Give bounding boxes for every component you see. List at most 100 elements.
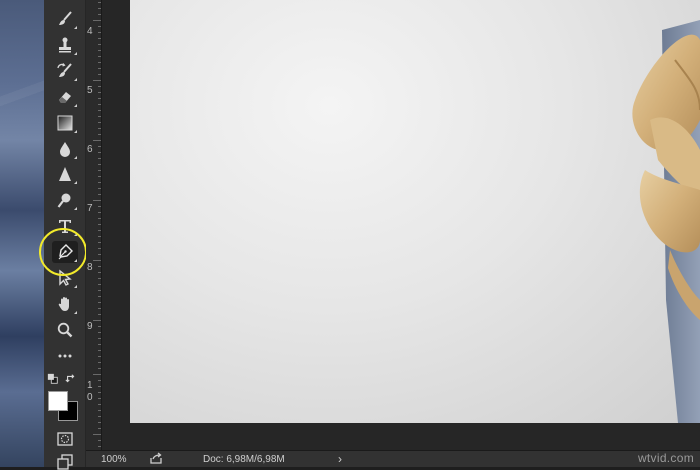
dodge-tool[interactable]	[52, 189, 78, 211]
ruler-tick	[98, 326, 101, 327]
ruler-tick	[98, 272, 101, 273]
ruler-tick	[98, 290, 101, 291]
pen-tool[interactable]	[52, 241, 78, 263]
ruler-tick	[98, 446, 101, 447]
swap-colors-button[interactable]	[64, 372, 78, 386]
zoom-level[interactable]: 100%	[101, 454, 127, 465]
blur-tool[interactable]	[52, 138, 78, 160]
ruler-tick	[98, 116, 101, 117]
ruler-tick	[93, 140, 101, 141]
ruler-tick	[98, 170, 101, 171]
ruler-tick	[98, 26, 101, 27]
ruler-tick	[98, 332, 101, 333]
ruler-tick	[98, 188, 101, 189]
ruler-tick	[98, 128, 101, 129]
ruler-tick	[98, 254, 101, 255]
quick-mask-icon	[57, 432, 73, 446]
ruler-tick	[98, 146, 101, 147]
zoom-icon	[57, 322, 73, 338]
desktop-wallpaper	[0, 0, 44, 467]
ruler-label: 8	[87, 262, 93, 273]
ruler-tick	[98, 242, 101, 243]
ruler-tick	[98, 386, 101, 387]
ruler-tick	[98, 428, 101, 429]
document-canvas[interactable]	[130, 0, 700, 423]
vertical-ruler: 4 5 6 7 8 9 1 0	[86, 0, 102, 450]
status-bar: 100% Doc: 6,98M/6,98M ›	[86, 450, 700, 467]
ruler-tick	[98, 380, 101, 381]
swap-colors-icon	[65, 374, 75, 383]
ruler-tick	[98, 56, 101, 57]
pen-icon	[58, 244, 73, 260]
more-dots-icon	[58, 354, 72, 358]
history-brush-icon	[57, 63, 72, 77]
ruler-tick	[98, 152, 101, 153]
history-brush-tool[interactable]	[52, 60, 78, 82]
ruler-tick	[98, 68, 101, 69]
ruler-tick	[98, 248, 101, 249]
hand-tool[interactable]	[52, 293, 78, 315]
status-menu-arrow[interactable]: ›	[338, 452, 342, 466]
zoom-tool[interactable]	[52, 319, 78, 341]
ruler-tick	[98, 182, 101, 183]
ruler-tick	[98, 212, 101, 213]
default-colors-button[interactable]	[46, 372, 60, 386]
sharpen-tool[interactable]	[52, 163, 78, 185]
blur-drop-icon	[60, 142, 70, 157]
brush-tool[interactable]	[52, 8, 78, 30]
ruler-tick	[98, 50, 101, 51]
ruler-tick	[98, 392, 101, 393]
default-colors-icon	[47, 373, 58, 384]
ruler-tick	[98, 368, 101, 369]
dodge-icon	[57, 193, 71, 208]
ruler-tick	[98, 92, 101, 93]
ruler-tick	[98, 86, 101, 87]
ruler-tick	[93, 434, 101, 435]
ruler-tick	[98, 302, 101, 303]
gradient-tool[interactable]	[52, 112, 78, 134]
screen-mode-icon	[57, 454, 73, 470]
ruler-tick	[98, 104, 101, 105]
ruler-tick	[93, 260, 101, 261]
more-tools-button[interactable]	[52, 345, 78, 367]
ruler-tick	[98, 236, 101, 237]
eraser-tool[interactable]	[52, 86, 78, 108]
ruler-tick	[98, 344, 101, 345]
brush-icon	[59, 11, 72, 25]
path-selection-tool[interactable]	[52, 267, 78, 289]
ruler-tick	[98, 314, 101, 315]
foreground-color-swatch[interactable]	[48, 391, 68, 411]
ruler-tick	[98, 134, 101, 135]
ruler-tick	[98, 362, 101, 363]
ruler-tick	[98, 230, 101, 231]
ruler-tick	[98, 224, 101, 225]
share-icon[interactable]	[149, 452, 163, 468]
ruler-tick	[98, 422, 101, 423]
ruler-tick	[98, 62, 101, 63]
ruler-tick	[98, 284, 101, 285]
ruler-tick	[98, 122, 101, 123]
ruler-tick	[98, 206, 101, 207]
ruler-tick	[98, 32, 101, 33]
ruler-tick	[98, 218, 101, 219]
ruler-tick	[93, 374, 101, 375]
ruler-tick	[98, 308, 101, 309]
ruler-tick	[98, 74, 101, 75]
screen-mode-button[interactable]	[52, 452, 78, 470]
ruler-label: 6	[87, 144, 93, 155]
type-icon	[59, 220, 71, 233]
ruler-tick	[98, 194, 101, 195]
watermark-text: wtvid.com	[637, 451, 694, 465]
ruler-tick	[93, 20, 101, 21]
clone-stamp-icon	[59, 37, 71, 53]
eraser-icon	[59, 92, 71, 103]
ruler-tick	[98, 440, 101, 441]
type-tool[interactable]	[52, 215, 78, 237]
ruler-tick	[98, 296, 101, 297]
ruler-tick	[98, 14, 101, 15]
quick-mask-button[interactable]	[52, 428, 78, 450]
clone-stamp-tool[interactable]	[52, 34, 78, 56]
ruler-tick	[93, 320, 101, 321]
ruler-tick	[98, 404, 101, 405]
ruler-tick	[98, 2, 101, 3]
